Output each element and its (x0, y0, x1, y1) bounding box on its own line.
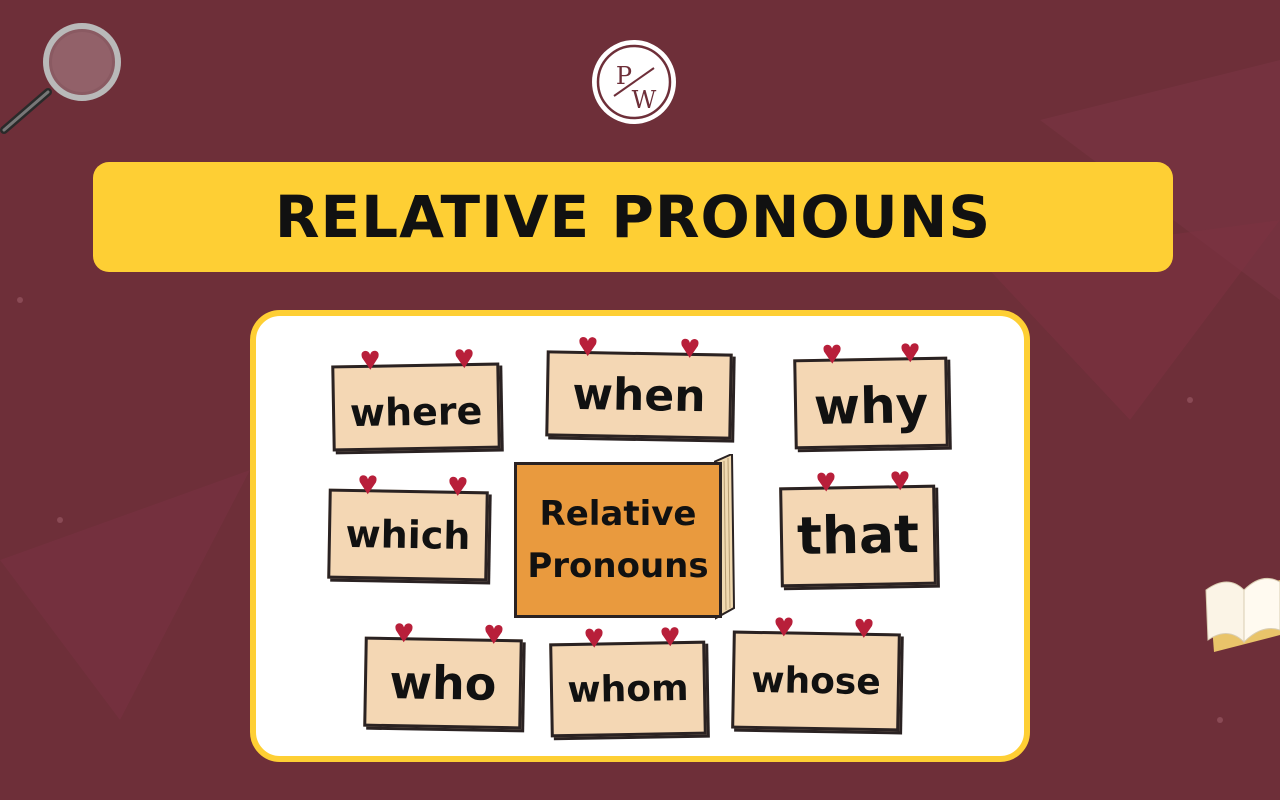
book-title-line2: Pronouns (527, 546, 709, 586)
card-whom: whom (549, 627, 707, 738)
card-who: who (363, 623, 523, 730)
card-word-why: why (813, 376, 929, 436)
heart-pin-icon (681, 338, 699, 358)
page-title: RELATIVE PRONOUNS (274, 183, 992, 251)
card-word-that: that (796, 504, 920, 568)
card-when: when (545, 337, 733, 440)
card-which: which (327, 475, 489, 582)
card-word-whom: whom (567, 667, 689, 711)
relative-pronouns-book: Relative Pronouns (514, 454, 736, 620)
heart-pin-icon (449, 476, 467, 496)
heart-pin-icon (775, 617, 793, 637)
heart-pin-icon (823, 344, 841, 364)
card-word-when: when (571, 368, 706, 422)
card-where: where (331, 349, 501, 452)
book-cover: Relative Pronouns (514, 462, 722, 618)
heart-pin-icon (395, 623, 413, 643)
open-book-icon (1205, 577, 1280, 652)
magnifier-icon (0, 23, 121, 134)
heart-pin-icon (661, 627, 679, 647)
title-banner: RELATIVE PRONOUNS (93, 162, 1173, 272)
heart-pin-icon (361, 350, 379, 370)
card-word-where: where (349, 388, 483, 436)
heart-pin-icon (455, 349, 473, 369)
logo-letter-w: W (632, 86, 657, 114)
heart-pin-icon (891, 471, 909, 491)
card-whose: whose (731, 617, 901, 732)
heart-pin-icon (855, 618, 873, 638)
logo-letter-p: P (616, 62, 632, 90)
card-that: that (779, 471, 937, 588)
card-word-which: which (345, 511, 471, 559)
card-word-who: who (389, 655, 497, 711)
pw-logo-icon: P W (592, 40, 676, 124)
card-word-whose: whose (750, 659, 882, 703)
heart-pin-icon (817, 472, 835, 492)
heart-pin-icon (485, 624, 503, 644)
heart-pin-icon (585, 628, 603, 648)
heart-pin-icon (579, 337, 597, 357)
heart-pin-icon (901, 343, 919, 363)
card-why: why (793, 343, 949, 450)
pronoun-panel: where when why which Relative Pronouns t… (250, 310, 1030, 762)
heart-pin-icon (359, 475, 377, 495)
book-title-line1: Relative (539, 494, 697, 534)
